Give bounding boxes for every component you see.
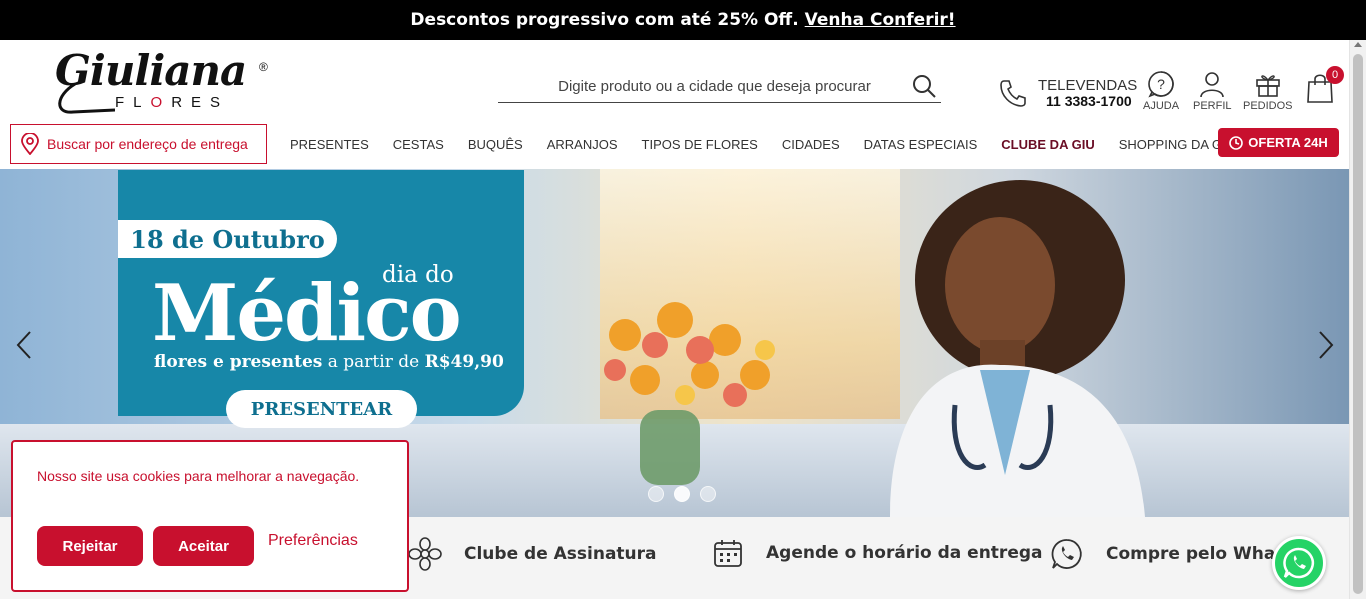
logo[interactable]: Giuliana ® FLORES <box>55 46 275 116</box>
gift-icon <box>1255 75 1280 97</box>
feature-whatsapp[interactable]: Compre pelo What <box>1050 537 1283 571</box>
hero-title: Médico <box>152 268 462 359</box>
user-icon <box>1200 72 1225 98</box>
feature-schedule[interactable]: Agende o horário da entrega <box>712 537 1043 569</box>
nav-item-datas-especiais[interactable]: DATAS ESPECIAIS <box>852 137 990 152</box>
carousel-next-arrow-icon[interactable] <box>1316 330 1336 360</box>
cookie-preferences-link[interactable]: Preferências <box>268 532 358 550</box>
feature-club[interactable]: Clube de Assinatura <box>408 537 657 571</box>
hero-promo-card: 18 de Outubro dia do Médico flores e pre… <box>118 170 524 428</box>
hero-subtitle: flores e presentes a partir de R$49,90 <box>154 352 504 372</box>
whatsapp-float-button[interactable] <box>1272 536 1326 590</box>
hero-presentear-button[interactable]: PRESENTEAR <box>226 390 417 428</box>
nav-item-cidades[interactable]: CIDADES <box>770 137 852 152</box>
search-icon[interactable] <box>911 73 937 99</box>
location-pin-icon <box>21 133 39 155</box>
cookie-message: Nosso site usa cookies para melhorar a n… <box>37 468 360 484</box>
nav-item-presentes[interactable]: PRESENTES <box>278 137 381 152</box>
carousel-dot[interactable] <box>700 486 716 502</box>
feature-schedule-label: Agende o horário da entrega <box>766 543 1043 563</box>
svg-text:?: ? <box>1157 76 1165 92</box>
accept-cookies-button[interactable]: Aceitar <box>153 526 254 566</box>
logo-flores: FLORES <box>115 94 230 111</box>
whatsapp-icon <box>1283 547 1315 579</box>
logo-swoosh-icon <box>58 82 115 114</box>
profile-label: PERFIL <box>1193 100 1232 112</box>
orders-button[interactable]: PEDIDOS <box>1243 70 1293 112</box>
clock-icon <box>1229 135 1244 150</box>
carousel-prev-arrow-icon[interactable] <box>14 330 34 360</box>
address-search-label: Buscar por endereço de entrega <box>47 136 248 152</box>
help-icon: ? <box>1148 71 1174 98</box>
nav-item-arranjos[interactable]: ARRANJOS <box>535 137 630 152</box>
oferta-label: OFERTA 24H <box>1248 135 1328 150</box>
nav-item-clube-da-giu[interactable]: CLUBE DA GIU <box>989 137 1106 152</box>
scrollbar-thumb[interactable] <box>1353 54 1363 594</box>
televendas[interactable]: TELEVENDAS 11 3383-1700 <box>1038 78 1137 108</box>
reject-cookies-button[interactable]: Rejeitar <box>37 526 143 566</box>
announcement-bar: Descontos progressivo com até 25% Off. V… <box>0 0 1366 40</box>
address-search-button[interactable]: Buscar por endereço de entrega <box>10 124 267 164</box>
carousel-dot-active[interactable] <box>674 486 690 502</box>
scroll-up-arrow-icon[interactable] <box>1354 42 1362 47</box>
carousel-dots <box>648 486 716 502</box>
flower-vase-image <box>604 302 775 485</box>
nav-item-buques[interactable]: BUQUÊS <box>456 137 535 152</box>
announcement-text: Descontos progressivo com até 25% Off. <box>410 10 799 30</box>
nav-item-cestas[interactable]: CESTAS <box>381 137 456 152</box>
orders-label: PEDIDOS <box>1243 100 1293 112</box>
flower-icon <box>408 537 442 571</box>
cookie-consent-banner: Nosso site usa cookies para melhorar a n… <box>11 440 409 592</box>
feature-whatsapp-label: Compre pelo What <box>1106 544 1284 564</box>
search-input[interactable]: Digite produto ou a cidade que deseja pr… <box>498 78 911 95</box>
profile-button[interactable]: PERFIL <box>1193 70 1232 112</box>
nav-item-tipos-de-flores[interactable]: TIPOS DE FLORES <box>630 137 770 152</box>
doctor-image <box>890 180 1145 517</box>
carousel-dot[interactable] <box>648 486 664 502</box>
search-bar[interactable]: Digite produto ou a cidade que deseja pr… <box>498 70 941 103</box>
scrollbar[interactable] <box>1349 40 1366 599</box>
logo-registered-mark: ® <box>259 60 268 74</box>
main-nav: PRESENTES CESTAS BUQUÊS ARRANJOS TIPOS D… <box>278 128 1247 160</box>
help-label: AJUDA <box>1143 100 1180 112</box>
televendas-phone[interactable]: 11 3383-1700 <box>1038 94 1137 109</box>
oferta-24h-button[interactable]: OFERTA 24H <box>1218 128 1339 157</box>
phone-icon <box>1000 80 1026 107</box>
cart-count-badge: 0 <box>1326 66 1344 84</box>
televendas-label: TELEVENDAS <box>1038 77 1138 94</box>
calendar-icon <box>714 540 742 567</box>
help-button[interactable]: ? AJUDA <box>1143 70 1179 112</box>
announcement-link[interactable]: Venha Conferir! <box>805 10 956 30</box>
whatsapp-outline-icon <box>1051 539 1082 569</box>
feature-club-label: Clube de Assinatura <box>464 544 657 564</box>
hero-date: 18 de Outubro <box>118 220 337 258</box>
